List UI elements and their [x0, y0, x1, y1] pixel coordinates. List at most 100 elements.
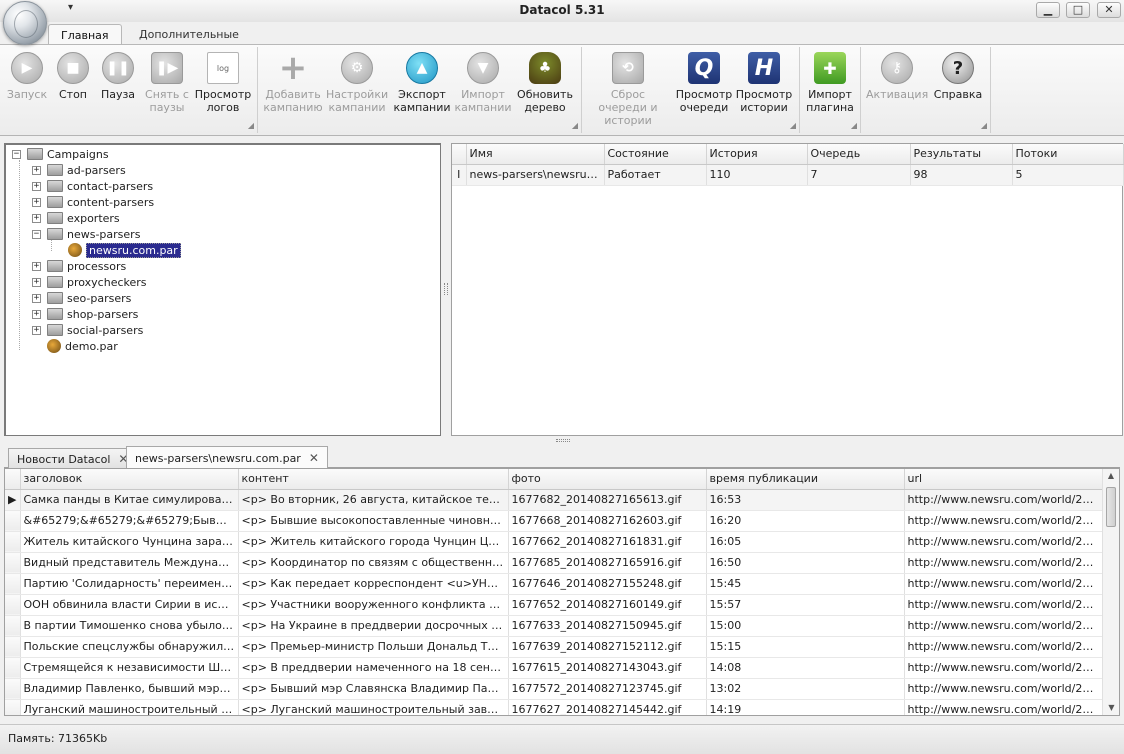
cell-photo[interactable]: 1677639_20140827152112.gif [508, 636, 707, 658]
cell-photo[interactable]: 1677668_20140827162603.gif [508, 510, 707, 532]
add-campaign-button[interactable]: + Добавить кампанию [262, 48, 324, 119]
cell-photo[interactable]: 1677633_20140827150945.gif [508, 615, 707, 637]
cell-url[interactable]: http://www.newsru.com/world/27au... [904, 594, 1103, 616]
cell-content[interactable]: <p> Бывшие высокопоставленные чиновники … [238, 510, 509, 532]
table-row[interactable]: Житель китайского Чунцина зарабат... <p>… [5, 531, 1103, 553]
cell-content[interactable]: <p> Участники вооруженного конфликта в С… [238, 594, 509, 616]
cell-content[interactable]: <p> Бывший мэр Славянска Владимир Павлен… [238, 678, 509, 700]
cell-url[interactable]: http://www.newsru.com/world/27au... [904, 573, 1103, 595]
col-results[interactable]: Результаты [910, 144, 1013, 165]
tree-item-news-parsers[interactable]: − news-parsers [32, 226, 140, 242]
resume-button[interactable]: ❚▶ Снять с паузы [136, 49, 198, 119]
tree-item-demo-par[interactable]: demo.par [47, 338, 118, 354]
tree-item-newsru-par[interactable]: newsru.com.par [68, 242, 181, 258]
table-row[interactable]: ООН обвинила власти Сирии в исполь... <p… [5, 594, 1103, 616]
cell-photo[interactable]: 1677685_20140827165916.gif [508, 552, 707, 574]
group-launcher-icon[interactable]: ◢ [572, 121, 578, 130]
cell-title[interactable]: Стремящейся к независимости Шотла... [20, 657, 239, 679]
cell-title[interactable]: Житель китайского Чунцина зарабат... [20, 531, 239, 553]
col-history[interactable]: История [706, 144, 808, 165]
tree-item-exporters[interactable]: + exporters [32, 210, 120, 226]
cell-url[interactable]: http://www.newsru.com/world/27au... [904, 657, 1103, 679]
table-row[interactable]: ▶ Самка панды в Китае симулировала б... … [5, 489, 1103, 511]
group-launcher-icon[interactable]: ◢ [248, 121, 254, 130]
expand-icon[interactable]: + [32, 165, 41, 175]
expand-icon[interactable]: + [32, 325, 41, 335]
cell-title[interactable]: Видный представитель Международн... [20, 552, 239, 574]
group-launcher-icon[interactable]: ◢ [851, 121, 857, 130]
expand-icon[interactable]: + [32, 309, 41, 319]
cell-photo[interactable]: 1677572_20140827123745.gif [508, 678, 707, 700]
expand-icon[interactable]: + [32, 181, 41, 191]
tree-item-content-parsers[interactable]: + content-parsers [32, 194, 154, 210]
import-campaign-button[interactable]: ▼ Импорт кампании [452, 49, 514, 119]
view-queue-button[interactable]: Q Просмотр очереди [673, 49, 735, 119]
table-row[interactable]: I news-parsers\newsru.c... Работает 110 … [452, 164, 1124, 186]
cell-photo[interactable]: 1677646_20140827155248.gif [508, 573, 707, 595]
cell-title[interactable]: Владимир Павленко, бывший мэром Сл... [20, 678, 239, 700]
campaign-settings-button[interactable]: ⚙ Настройки кампании [326, 49, 388, 119]
activation-button[interactable]: ⚷ Активация [866, 49, 928, 119]
cell-content[interactable]: <p> На Украине в преддверии досрочных па… [238, 615, 509, 637]
cell-publish-time[interactable]: 16:53 [706, 489, 905, 511]
tree-item-seo-parsers[interactable]: + seo-parsers [32, 290, 131, 306]
tree-item-social-parsers[interactable]: + social-parsers [32, 322, 143, 338]
cell-content[interactable]: <p> Координатор по связям с общественнос… [238, 552, 509, 574]
cell-url[interactable]: http://www.newsru.com/world/27au... [904, 552, 1103, 574]
group-launcher-icon[interactable]: ◢ [981, 121, 987, 130]
expand-icon[interactable]: + [32, 293, 41, 303]
cell-photo[interactable]: 1677627_20140827145442.gif [508, 699, 707, 715]
col-photo[interactable]: фото [508, 469, 707, 490]
close-button[interactable]: ✕ [1097, 2, 1121, 18]
cell-url[interactable]: http://www.newsru.com/world/27au... [904, 531, 1103, 553]
cell-photo[interactable]: 1677652_20140827160149.gif [508, 594, 707, 616]
tree-item-processors[interactable]: + processors [32, 258, 126, 274]
col-state[interactable]: Состояние [604, 144, 707, 165]
cell-publish-time[interactable]: 14:08 [706, 657, 905, 679]
cell-content[interactable]: <p> Во вторник, 26 августа, китайское те… [238, 489, 509, 511]
tree-root[interactable]: − Campaigns [12, 146, 109, 162]
cell-content[interactable]: <p> Житель китайского города Чунцин Цзян… [238, 531, 509, 553]
table-row[interactable]: В партии Тимошенко снова убыло: из '... … [5, 615, 1103, 637]
cell-publish-time[interactable]: 16:05 [706, 531, 905, 553]
col-publish-time[interactable]: время публикации [706, 469, 905, 490]
table-row[interactable]: Польские спецслужбы обнаружили на ... <p… [5, 636, 1103, 658]
expand-icon[interactable]: + [32, 277, 41, 287]
close-tab-icon[interactable]: ✕ [309, 451, 319, 465]
tab-additional[interactable]: Дополнительные [127, 24, 251, 45]
horizontal-splitter[interactable] [556, 439, 570, 442]
table-row[interactable]: Партию 'Солидарность' переименовал... <p… [5, 573, 1103, 595]
cell-photo[interactable]: 1677615_20140827143043.gif [508, 657, 707, 679]
cell-content[interactable]: <p> Премьер-министр Польши Дональд Туск,… [238, 636, 509, 658]
cell-url[interactable]: http://www.newsru.com/world/27au... [904, 489, 1103, 511]
table-row[interactable]: Луганский машиностроительный заво... <p>… [5, 699, 1103, 715]
cell-title[interactable]: В партии Тимошенко снова убыло: из '... [20, 615, 239, 637]
help-button[interactable]: ? Справка [927, 49, 989, 119]
cell-name[interactable]: news-parsers\newsru.c... [466, 164, 605, 186]
cell-photo[interactable]: 1677682_20140827165613.gif [508, 489, 707, 511]
table-row[interactable]: Владимир Павленко, бывший мэром Сл... <p… [5, 678, 1103, 700]
cell-content[interactable]: <p> Луганский машиностроительный завод п… [238, 699, 509, 715]
cell-publish-time[interactable]: 15:00 [706, 615, 905, 637]
tree-item-proxycheckers[interactable]: + proxycheckers [32, 274, 147, 290]
col-threads[interactable]: Потоки [1012, 144, 1124, 165]
tree-item-ad-parsers[interactable]: + ad-parsers [32, 162, 126, 178]
campaign-tree[interactable]: − Campaigns + ad-parsers + contact-parse… [4, 143, 441, 436]
cell-publish-time[interactable]: 15:15 [706, 636, 905, 658]
import-plugin-button[interactable]: ✚ Импорт плагина [799, 49, 861, 119]
export-campaign-button[interactable]: ▲ Экспорт кампании [391, 49, 453, 119]
cell-results[interactable]: 98 [910, 164, 1013, 186]
cell-title[interactable]: ООН обвинила власти Сирии в исполь... [20, 594, 239, 616]
table-row[interactable]: Видный представитель Международн... <p> … [5, 552, 1103, 574]
cell-photo[interactable]: 1677662_20140827161831.gif [508, 531, 707, 553]
minimize-button[interactable]: ▁ [1036, 2, 1060, 18]
group-launcher-icon[interactable]: ◢ [790, 121, 796, 130]
cell-title[interactable]: Самка панды в Китае симулировала б... [20, 489, 239, 511]
table-row[interactable]: Стремящейся к независимости Шотла... <p>… [5, 657, 1103, 679]
tree-item-contact-parsers[interactable]: + contact-parsers [32, 178, 153, 194]
tab-newsru-results[interactable]: news-parsers\newsru.com.par ✕ [126, 446, 328, 469]
col-content[interactable]: контент [238, 469, 509, 490]
cell-publish-time[interactable]: 13:02 [706, 678, 905, 700]
col-name[interactable]: Имя [466, 144, 605, 165]
collapse-icon[interactable]: − [12, 149, 21, 159]
